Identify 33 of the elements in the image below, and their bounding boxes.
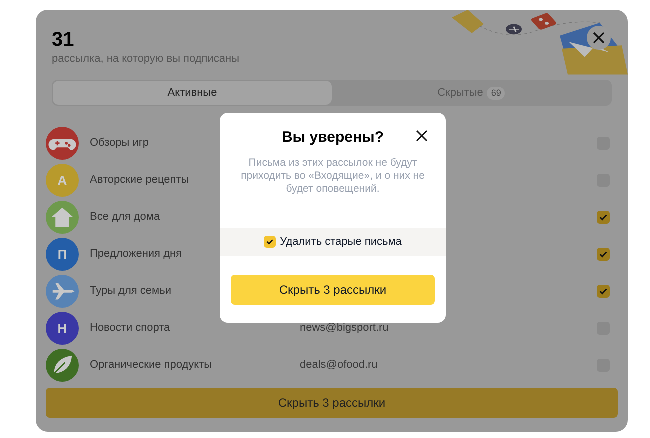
newsletter-name: Новости спорта bbox=[90, 321, 170, 336]
check-icon bbox=[266, 238, 274, 246]
sender-email: deals@ofood.ru bbox=[300, 358, 378, 374]
close-icon bbox=[593, 32, 605, 44]
tab[interactable]: Активные bbox=[53, 81, 332, 105]
check-icon bbox=[599, 250, 608, 259]
hide-button[interactable]: Скрыть 3 рассылки bbox=[46, 388, 618, 418]
confirm-button[interactable]: Скрыть 3 рассылки bbox=[231, 275, 435, 305]
avatar: П bbox=[46, 238, 79, 271]
tab[interactable]: Скрытые 69 bbox=[332, 81, 611, 105]
subscription-subtitle: рассылка, на которую вы подписаны bbox=[52, 52, 240, 66]
newsletter-name: Все для дома bbox=[90, 210, 160, 226]
dialog-title: Вы уверены? bbox=[282, 128, 384, 148]
newsletter-name: Обзоры игр bbox=[90, 136, 150, 152]
checkbox[interactable] bbox=[597, 285, 610, 298]
close-button[interactable] bbox=[416, 129, 430, 143]
sender-email: news@bigsport.ru bbox=[300, 321, 389, 336]
checkbox[interactable] bbox=[597, 211, 610, 224]
avatar: Н bbox=[46, 312, 79, 345]
count-badge: 69 bbox=[487, 86, 506, 100]
close-icon bbox=[416, 130, 428, 142]
check-icon bbox=[599, 287, 608, 296]
check-icon bbox=[599, 213, 608, 222]
avatar: А bbox=[46, 164, 79, 197]
newsletter-name: Органические продукты bbox=[90, 358, 212, 374]
option-label: Удалить старые письма bbox=[280, 234, 402, 250]
newsletter-name: Предложения дня bbox=[90, 247, 182, 262]
checkbox[interactable] bbox=[597, 248, 610, 261]
dialog-message: Письма из этих рассылок не будут приходить во «Входящие», и о них не будет оповещений. bbox=[240, 157, 426, 196]
newsletter-name: Туры для семьи bbox=[90, 284, 172, 300]
checkbox[interactable] bbox=[264, 236, 276, 248]
newsletter-name: Авторские рецепты bbox=[90, 173, 190, 188]
subscription-count: 31 bbox=[52, 28, 74, 52]
